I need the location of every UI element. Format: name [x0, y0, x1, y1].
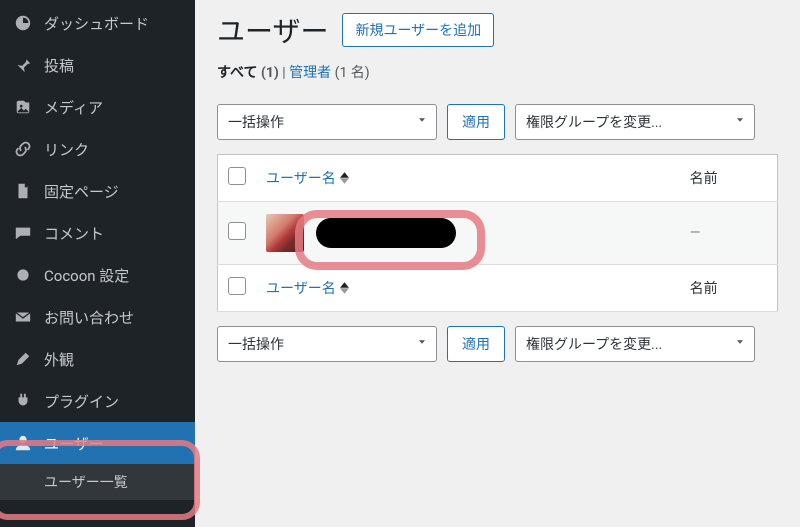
sidebar-item-dashboard[interactable]: ダッシュボード	[0, 2, 195, 44]
select-all-footer	[218, 265, 257, 312]
row-checkbox-cell	[218, 202, 257, 265]
tablenav-bottom: 一括操作 適用 権限グループを変更...	[217, 326, 778, 362]
users-table: ユーザー名 名前	[217, 154, 778, 312]
sort-arrows-icon	[340, 172, 349, 184]
sidebar-item-label: ユーザー	[44, 433, 104, 454]
username-redacted	[316, 218, 456, 248]
sidebar-subitem-users-list[interactable]: ユーザー一覧	[0, 464, 195, 500]
sidebar-item-posts[interactable]: 投稿	[0, 44, 195, 86]
bulk-apply-button-bottom[interactable]: 適用	[447, 326, 505, 362]
column-username-header[interactable]: ユーザー名	[256, 155, 680, 202]
username-cell[interactable]	[256, 202, 680, 265]
sidebar-item-label: ダッシュボード	[44, 13, 149, 34]
page-icon	[12, 180, 34, 202]
sidebar-item-cocoon[interactable]: Cocoon 設定	[0, 254, 195, 296]
link-icon	[12, 138, 34, 160]
media-icon	[12, 96, 34, 118]
sort-arrows-icon	[340, 282, 349, 294]
tablenav-top: 一括操作 適用 権限グループを変更...	[217, 104, 778, 140]
chevron-down-icon	[734, 336, 746, 352]
chevron-down-icon	[734, 114, 746, 130]
select-all-header	[218, 155, 257, 202]
bulk-action-selected: 一括操作	[228, 334, 284, 354]
name-cell: —	[680, 202, 778, 265]
sidebar-item-contact[interactable]: お問い合わせ	[0, 296, 195, 338]
comment-icon	[12, 222, 34, 244]
table-header-row: ユーザー名 名前	[218, 155, 778, 202]
chevron-down-icon	[416, 114, 428, 130]
add-user-button[interactable]: 新規ユーザーを追加	[342, 13, 494, 47]
sidebar-subitem-label: ユーザー一覧	[44, 475, 128, 491]
sidebar-item-plugins[interactable]: プラグイン	[0, 380, 195, 422]
filter-admin[interactable]: 管理者 (1 名)	[289, 65, 370, 81]
cocoon-icon	[12, 264, 34, 286]
column-name-label: 名前	[690, 281, 718, 297]
row-select-checkbox[interactable]	[228, 222, 246, 240]
dashboard-icon	[12, 12, 34, 34]
column-username-label: ユーザー名	[266, 168, 336, 188]
mail-icon	[12, 306, 34, 328]
column-name-footer: 名前	[680, 265, 778, 312]
sidebar-item-label: 外観	[44, 349, 74, 370]
user-icon	[12, 432, 34, 454]
bulk-action-selected: 一括操作	[228, 112, 284, 132]
sidebar-item-media[interactable]: メディア	[0, 86, 195, 128]
sidebar-item-label: プラグイン	[44, 391, 119, 412]
sidebar-item-appearance[interactable]: 外観	[0, 338, 195, 380]
column-username-label: ユーザー名	[266, 278, 336, 298]
sidebar-item-label: Cocoon 設定	[44, 265, 129, 286]
role-change-selected: 権限グループを変更...	[526, 112, 662, 132]
avatar	[266, 214, 304, 252]
page-title: ユーザー	[217, 10, 328, 50]
admin-sidebar: ダッシュボード 投稿 メディア リンク 固定ページ コメント Cocoon	[0, 0, 195, 527]
role-change-selected: 権限グループを変更...	[526, 334, 662, 354]
column-name-label: 名前	[690, 171, 718, 187]
role-change-select[interactable]: 権限グループを変更...	[515, 104, 755, 140]
pin-icon	[12, 54, 34, 76]
bulk-action-select[interactable]: 一括操作	[217, 104, 437, 140]
filter-all-count: (1)	[261, 65, 279, 81]
sidebar-item-users[interactable]: ユーザー	[0, 422, 195, 464]
plugin-icon	[12, 390, 34, 412]
filter-admin-count: (1 名)	[335, 65, 370, 81]
chevron-down-icon	[416, 336, 428, 352]
table-row: —	[218, 202, 778, 265]
user-filter-links: すべて (1) | 管理者 (1 名)	[217, 62, 778, 82]
sidebar-item-label: 投稿	[44, 55, 74, 76]
column-name-header: 名前	[680, 155, 778, 202]
table-footer-row: ユーザー名 名前	[218, 265, 778, 312]
sidebar-item-label: 固定ページ	[44, 181, 119, 202]
name-value: —	[690, 225, 701, 241]
bulk-action-select-bottom[interactable]: 一括操作	[217, 326, 437, 362]
sidebar-item-links[interactable]: リンク	[0, 128, 195, 170]
sidebar-item-label: お問い合わせ	[44, 307, 134, 328]
select-all-checkbox-top[interactable]	[228, 167, 246, 185]
appearance-icon	[12, 348, 34, 370]
column-username-footer[interactable]: ユーザー名	[256, 265, 680, 312]
sidebar-item-label: コメント	[44, 223, 104, 244]
filter-all-label: すべて	[217, 65, 257, 81]
main-content: ユーザー 新規ユーザーを追加 すべて (1) | 管理者 (1 名) 一括操作 …	[195, 0, 800, 527]
select-all-checkbox-bottom[interactable]	[228, 277, 246, 295]
role-change-select-bottom[interactable]: 権限グループを変更...	[515, 326, 755, 362]
bulk-apply-button[interactable]: 適用	[447, 104, 505, 140]
filter-all[interactable]: すべて (1)	[217, 65, 279, 81]
sidebar-item-label: メディア	[44, 97, 103, 118]
filter-admin-label: 管理者	[289, 65, 331, 81]
sidebar-item-label: リンク	[44, 139, 89, 160]
page-header: ユーザー 新規ユーザーを追加	[217, 10, 778, 50]
filter-separator: |	[279, 65, 289, 81]
sidebar-item-comments[interactable]: コメント	[0, 212, 195, 254]
sidebar-item-pages[interactable]: 固定ページ	[0, 170, 195, 212]
